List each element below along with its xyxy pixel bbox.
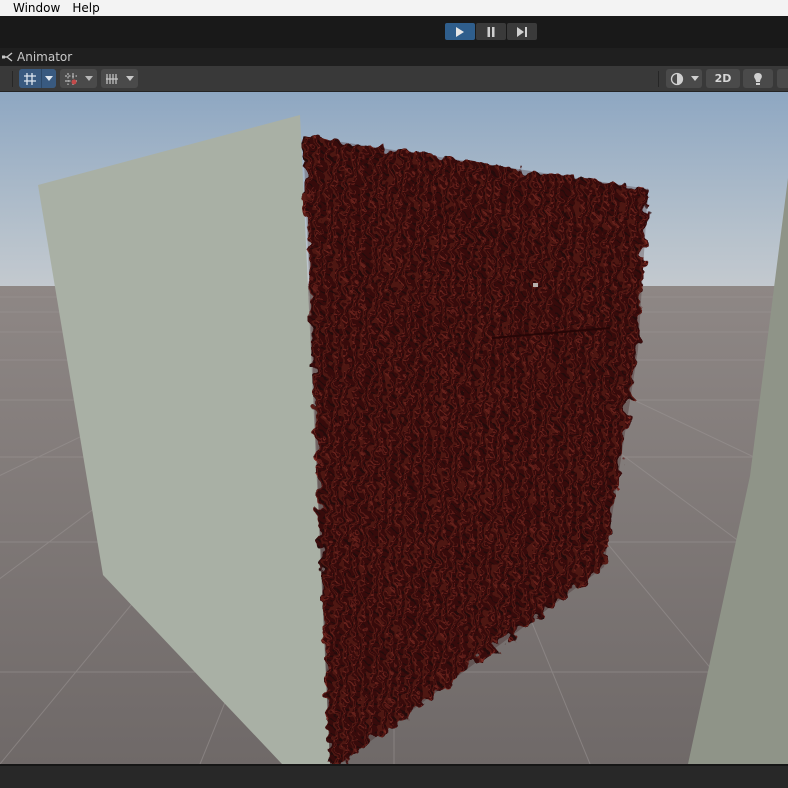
shading-mode-icon [666,69,688,88]
snap-icon [60,69,82,88]
chevron-down-icon [82,69,96,88]
grid-dropdown[interactable] [101,69,138,88]
more-tools-button[interactable] [777,69,788,88]
lighting-icon [754,72,762,85]
transform-tools-icon [19,69,41,88]
menu-bar: Window Help [0,0,788,16]
scene-toolbar: 2D [0,66,788,92]
pause-icon [487,26,495,37]
chevron-down-icon [688,69,702,88]
transform-tools-dropdown[interactable] [19,69,56,88]
tab-animator[interactable]: Animator [0,48,72,66]
shading-mode-dropdown[interactable] [666,69,702,88]
tab-bar: Animator [0,48,788,66]
mode-2d-button[interactable]: 2D [706,69,740,88]
chevron-down-icon [123,69,137,88]
grid-icon [101,69,123,88]
step-icon [517,26,527,37]
toolbar-separator [12,71,13,87]
playmode-controls [445,23,537,40]
tab-label: Animator [17,50,73,64]
play-icon [456,26,464,37]
snap-dropdown[interactable] [60,69,97,88]
main-toolbar [0,16,788,48]
lighting-button[interactable] [743,69,773,88]
play-button[interactable] [445,23,475,40]
scene-canvas[interactable] [0,92,788,764]
chevron-down-icon [41,69,56,88]
animator-icon [1,50,15,64]
step-button[interactable] [507,23,537,40]
menu-window[interactable]: Window [0,0,70,16]
status-bar [0,764,788,788]
menu-help[interactable]: Help [70,0,109,16]
toolbar-separator [658,71,659,87]
panel-highlight [533,283,538,287]
scene-viewport[interactable] [0,92,788,764]
pause-button[interactable] [476,23,506,40]
